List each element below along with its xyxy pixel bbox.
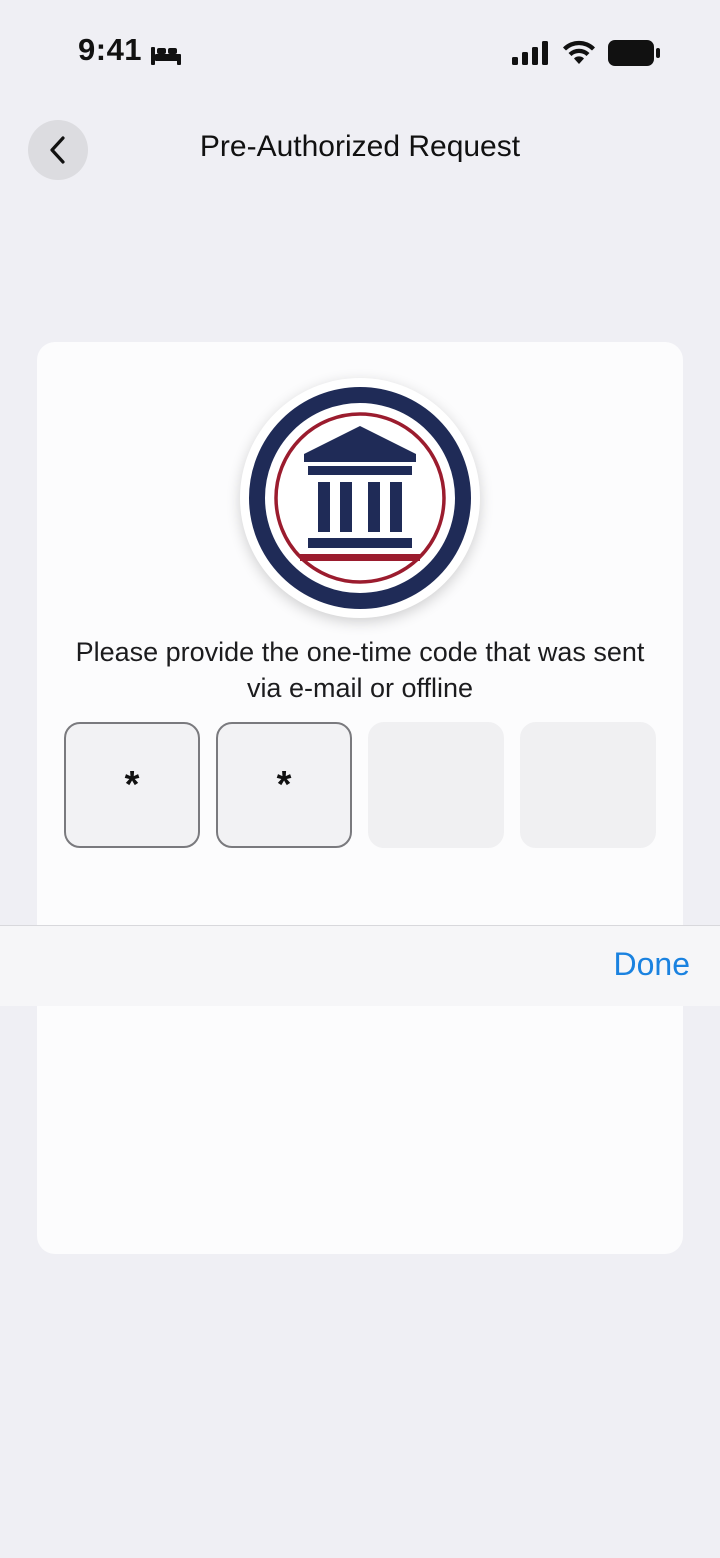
cellular-signal-icon: [512, 41, 550, 70]
battery-icon: [608, 40, 660, 71]
code-prompt-text: Please provide the one-time code that wa…: [75, 637, 645, 703]
one-time-code-input: * *: [64, 722, 656, 848]
code-digit-2[interactable]: *: [216, 722, 352, 848]
page-title: Pre-Authorized Request: [199, 130, 521, 163]
code-digit-3[interactable]: [368, 722, 504, 848]
code-digit-4[interactable]: [520, 722, 656, 848]
navigation-bar: Pre-Authorized Request: [0, 110, 720, 190]
sleep-focus-icon: [150, 39, 182, 65]
institution-logo: [240, 378, 480, 618]
status-time-label: 9:41: [78, 32, 143, 67]
status-bar: 9:41: [0, 0, 720, 100]
done-button[interactable]: Done: [614, 946, 691, 983]
status-time: 9:41: [78, 32, 182, 68]
wifi-icon: [562, 40, 596, 71]
keyboard-accessory-bar: Done: [0, 925, 720, 1006]
bank-building-icon: [249, 387, 471, 609]
status-indicators: [512, 40, 660, 71]
code-digit-1[interactable]: *: [64, 722, 200, 848]
